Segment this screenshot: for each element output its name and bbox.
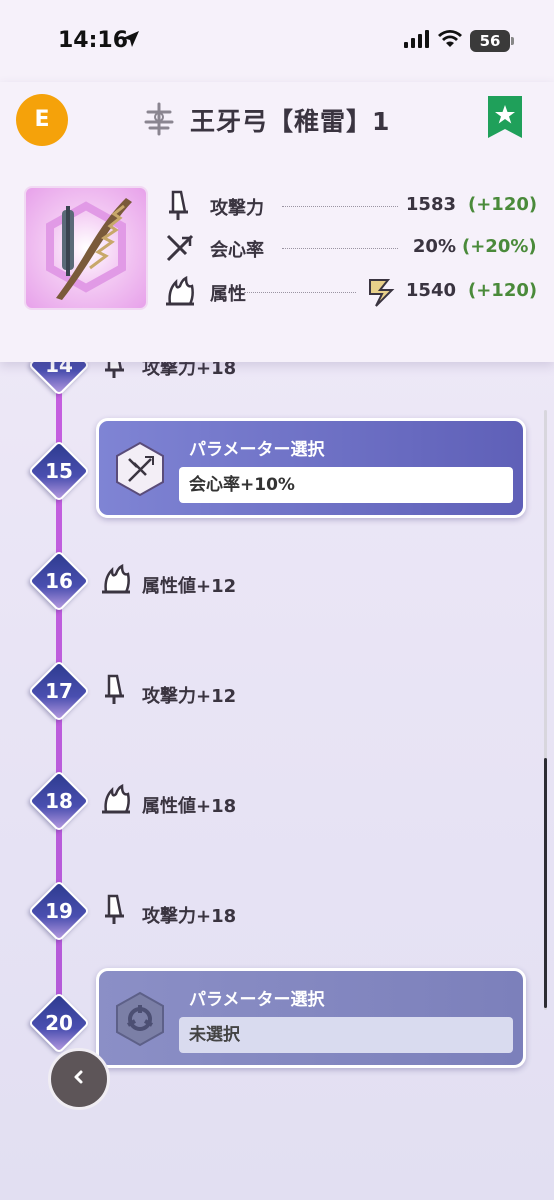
weapon-title: 王牙弓【稚雷】1 xyxy=(190,107,391,136)
level-reward-text: 攻撃力+12 xyxy=(142,686,237,707)
location-arrow-icon xyxy=(122,30,140,52)
level-node-20: 20 xyxy=(27,991,91,1055)
favorite-star-icon[interactable] xyxy=(488,96,522,142)
level-number: 19 xyxy=(45,899,73,923)
critical-icon xyxy=(164,232,196,268)
stat-value: 20% xyxy=(412,236,456,257)
battery-indicator: 56 xyxy=(470,30,514,52)
critical-hex-icon xyxy=(115,441,165,501)
status-indicators: 56 xyxy=(404,30,514,52)
selected-parameter-field[interactable]: 未選択 xyxy=(179,1017,513,1053)
level-reward-text: 属性値+12 xyxy=(142,576,237,597)
stat-bonus: (+120) xyxy=(468,280,538,301)
chevron-left-icon xyxy=(71,1069,87,1089)
level-number: 18 xyxy=(45,789,73,813)
stat-label: 会心率 xyxy=(210,240,264,261)
level-reward-text: 攻撃力+18 xyxy=(142,906,237,927)
level-reward-text: 属性値+18 xyxy=(142,796,237,817)
rank-badge: E xyxy=(16,94,68,146)
thunder-icon xyxy=(366,276,398,312)
level-number: 15 xyxy=(45,459,73,483)
stat-label: 属性 xyxy=(210,284,246,305)
weapon-image xyxy=(24,186,148,310)
stat-row-critical: 会心率 20% (+20%) xyxy=(164,228,537,268)
stat-value: 1540 xyxy=(405,280,456,301)
card-title: パラメーター選択 xyxy=(189,440,325,460)
unselected-hex-icon xyxy=(115,991,165,1051)
weapon-header: E 王牙弓【稚雷】1 攻撃力 1583 (+120) 会心率 20% (+20%… xyxy=(0,82,554,362)
level-node-19: 19 xyxy=(27,879,91,943)
dotted-divider xyxy=(244,292,356,293)
level-number: 20 xyxy=(45,1011,73,1035)
attack-icon xyxy=(100,894,130,930)
level-node-17: 17 xyxy=(27,659,91,723)
dotted-divider xyxy=(282,206,398,207)
parameter-select-card-15[interactable]: パラメーター選択 会心率+10% xyxy=(96,418,526,518)
level-node-16: 16 xyxy=(27,549,91,613)
stat-row-attack: 攻撃力 1583 (+120) xyxy=(164,186,538,226)
wifi-icon xyxy=(438,30,462,52)
stat-bonus: (+120) xyxy=(468,194,538,215)
parameter-select-card-20[interactable]: パラメーター選択 未選択 xyxy=(96,968,526,1068)
stat-value: 1583 xyxy=(405,194,456,215)
signal-icon xyxy=(404,30,430,52)
stat-bonus: (+20%) xyxy=(462,236,537,257)
status-bar: 14:16 56 xyxy=(0,0,554,82)
attack-icon xyxy=(100,674,130,710)
stat-label: 攻撃力 xyxy=(210,198,264,219)
level-node-18: 18 xyxy=(27,769,91,833)
dotted-divider xyxy=(282,248,398,249)
bow-type-icon xyxy=(142,102,176,140)
stat-row-element: 属性 1540 (+120) xyxy=(164,272,538,312)
element-icon xyxy=(164,275,198,312)
selected-parameter-field[interactable]: 会心率+10% xyxy=(179,467,513,503)
element-icon xyxy=(100,783,134,820)
level-number: 17 xyxy=(45,679,73,703)
level-node-15: 15 xyxy=(27,439,91,503)
attack-icon xyxy=(164,190,194,226)
level-number: 16 xyxy=(45,569,73,593)
scrollbar-thumb[interactable] xyxy=(544,758,547,1008)
element-icon xyxy=(100,563,134,600)
card-title: パラメーター選択 xyxy=(189,990,325,1010)
back-button[interactable] xyxy=(48,1048,110,1110)
status-time: 14:16 xyxy=(58,28,129,53)
